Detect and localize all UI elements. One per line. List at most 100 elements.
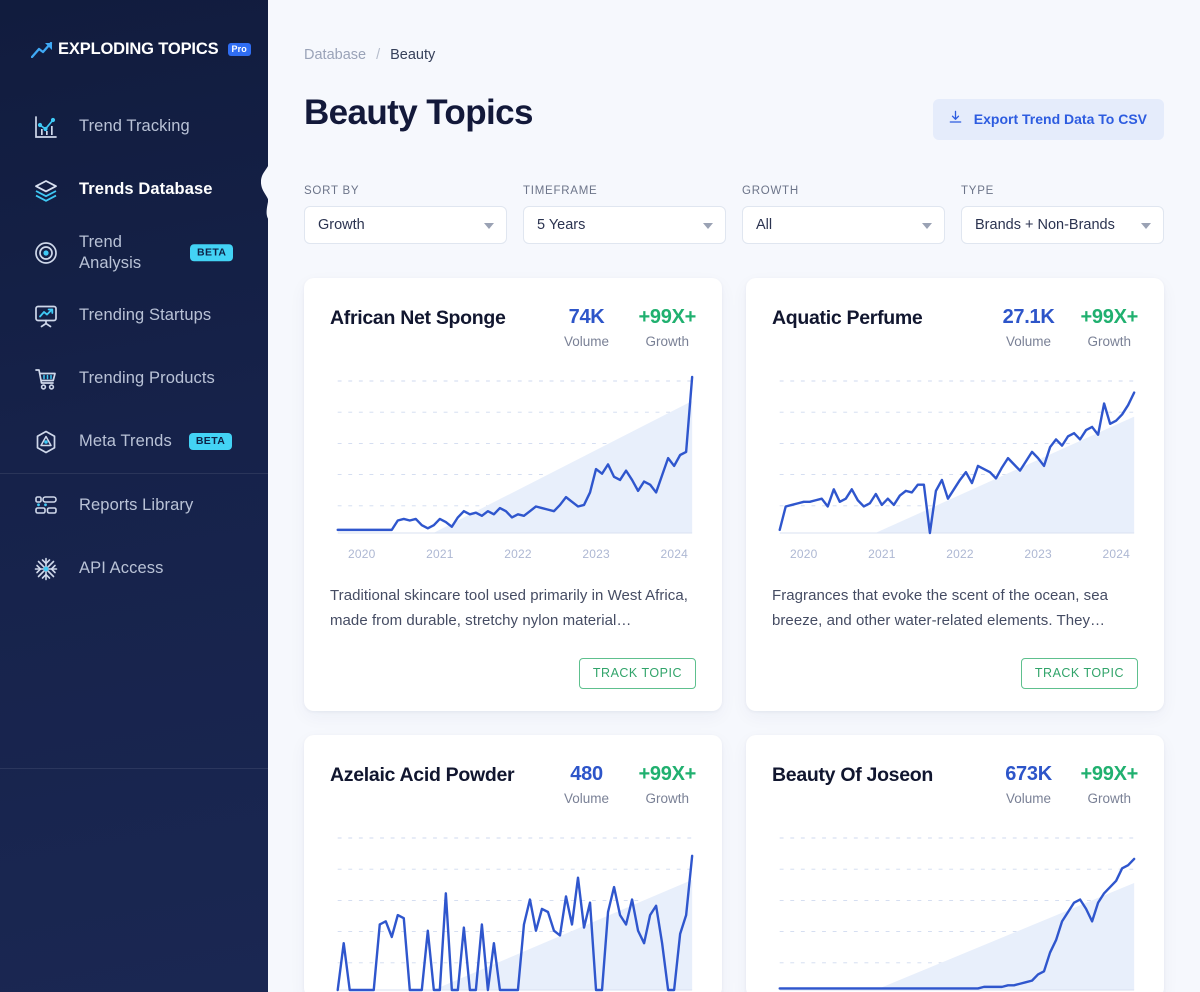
logo-text: EXPLODING TOPICS <box>58 40 219 58</box>
chart-x-tick: 2022 <box>946 547 974 561</box>
download-icon <box>948 110 963 128</box>
sidebar-item-reports-library[interactable]: Reports Library <box>0 474 268 537</box>
breadcrumb: Database / Beauty <box>304 0 1164 63</box>
topic-stats: 74K Volume +99X+ Growth <box>561 304 696 349</box>
trend-arrow-icon <box>30 41 53 58</box>
sidebar-item-trending-startups[interactable]: Trending Startups <box>0 284 268 347</box>
chart-x-tick: 2020 <box>790 547 818 561</box>
trend-tracking-icon <box>30 111 62 143</box>
trend-chart <box>330 828 696 992</box>
pro-badge: Pro <box>227 42 251 57</box>
shopping-cart-icon <box>30 363 62 395</box>
volume-value: 27.1K <box>1002 306 1055 328</box>
growth-stat: +99X+ Growth <box>639 762 697 806</box>
sort-by-value: Growth <box>318 217 365 233</box>
timeframe-value: 5 Years <box>537 217 586 233</box>
trend-chart: 2020 2021 2022 2023 2024 <box>772 371 1138 561</box>
chevron-down-icon <box>1141 223 1151 229</box>
sidebar-item-trends-database[interactable]: Trends Database <box>0 158 270 221</box>
filter-label: GROWTH <box>742 185 799 197</box>
growth-label: Growth <box>1087 791 1132 806</box>
topic-card[interactable]: Beauty Of Joseon 673K Volume +99X+ Growt… <box>746 735 1164 992</box>
type-value: Brands + Non-Brands <box>975 217 1115 233</box>
breadcrumb-database-link[interactable]: Database <box>304 47 366 63</box>
filter-sort-by: SORT BY Growth <box>304 185 507 244</box>
topic-card[interactable]: African Net Sponge 74K Volume +99X+ Grow… <box>304 278 722 711</box>
target-circles-icon <box>30 237 62 269</box>
volume-value: 673K <box>1005 763 1052 785</box>
filter-growth: GROWTH All <box>742 185 945 244</box>
volume-value: 74K <box>568 306 605 328</box>
topic-card[interactable]: Aquatic Perfume 27.1K Volume +99X+ Growt… <box>746 278 1164 711</box>
card-header: Azelaic Acid Powder 480 Volume +99X+ Gro… <box>330 761 696 806</box>
sidebar-item-label: API Access <box>79 559 164 577</box>
sidebar-item-trend-analysis[interactable]: Trend Analysis BETA <box>0 221 268 284</box>
chevron-down-icon <box>484 223 494 229</box>
sidebar-item-label: Meta Trends <box>79 432 172 450</box>
type-select[interactable]: Brands + Non-Brands <box>961 206 1164 244</box>
volume-stat: 74K Volume <box>561 305 613 349</box>
export-csv-label: Export Trend Data To CSV <box>973 111 1147 127</box>
card-header: African Net Sponge 74K Volume +99X+ Grow… <box>330 304 696 349</box>
card-header: Beauty Of Joseon 673K Volume +99X+ Growt… <box>772 761 1138 806</box>
growth-stat: +99X+ Growth <box>639 305 697 349</box>
chevron-down-icon <box>922 223 932 229</box>
growth-label: Growth <box>645 334 690 349</box>
sidebar-item-trending-products[interactable]: Trending Products <box>0 347 268 410</box>
sort-by-select[interactable]: Growth <box>304 206 507 244</box>
sidebar-item-label: Reports Library <box>79 496 194 514</box>
growth-value: +99X+ <box>1080 763 1139 785</box>
app-logo[interactable]: EXPLODING TOPICS Pro <box>0 0 268 59</box>
trend-chart <box>772 828 1138 992</box>
chart-x-tick: 2021 <box>868 547 896 561</box>
topic-title: Beauty Of Joseon <box>772 764 933 786</box>
track-topic-button[interactable]: TRACK TOPIC <box>578 658 696 689</box>
sidebar-item-api-access[interactable]: API Access <box>0 537 268 600</box>
growth-select[interactable]: All <box>742 206 945 244</box>
topic-stats: 673K Volume +99X+ Growth <box>1003 761 1138 806</box>
volume-stat: 27.1K Volume <box>1003 305 1055 349</box>
layers-icon <box>30 174 62 206</box>
chart-x-axis: 2020 2021 2022 2023 2024 <box>772 547 1138 561</box>
chart-x-tick: 2020 <box>348 547 376 561</box>
card-footer: TRACK TOPIC <box>772 658 1138 689</box>
chart-x-axis: 2020 2021 2022 2023 2024 <box>330 547 696 561</box>
growth-value: +99X+ <box>1080 306 1139 328</box>
sidebar-item-label: Trend Tracking <box>79 117 190 135</box>
chart-x-tick: 2024 <box>660 547 688 561</box>
sidebar-item-meta-trends[interactable]: Meta Trends BETA <box>0 410 268 473</box>
beta-badge: BETA <box>190 243 234 262</box>
topic-card[interactable]: Azelaic Acid Powder 480 Volume +99X+ Gro… <box>304 735 722 992</box>
chevron-down-icon <box>703 223 713 229</box>
page-title: Beauty Topics <box>304 93 533 132</box>
growth-label: Growth <box>645 791 690 806</box>
card-header: Aquatic Perfume 27.1K Volume +99X+ Growt… <box>772 304 1138 349</box>
page-header: Beauty Topics Export Trend Data To CSV <box>304 93 1164 140</box>
reports-icon <box>30 490 62 522</box>
topic-stats: 480 Volume +99X+ Growth <box>561 761 696 806</box>
growth-label: Growth <box>1087 334 1132 349</box>
sidebar-item-label: Trends Database <box>79 180 213 198</box>
filter-type: TYPE Brands + Non-Brands <box>961 185 1164 244</box>
volume-label: Volume <box>1006 334 1052 349</box>
topic-title: African Net Sponge <box>330 307 506 329</box>
sidebar: EXPLODING TOPICS Pro Trend Tracking Tren… <box>0 0 270 992</box>
app-root: EXPLODING TOPICS Pro Trend Tracking Tren… <box>0 0 1200 992</box>
topic-card-grid: African Net Sponge 74K Volume +99X+ Grow… <box>304 278 1164 992</box>
volume-label: Volume <box>564 791 610 806</box>
growth-stat: +99X+ Growth <box>1080 762 1139 806</box>
filter-label: TYPE <box>961 185 995 197</box>
volume-value: 480 <box>570 763 603 785</box>
timeframe-select[interactable]: 5 Years <box>523 206 726 244</box>
track-topic-button[interactable]: TRACK TOPIC <box>1020 658 1138 689</box>
export-csv-button[interactable]: Export Trend Data To CSV <box>932 99 1164 140</box>
sidebar-item-trend-tracking[interactable]: Trend Tracking <box>0 95 268 158</box>
topic-stats: 27.1K Volume +99X+ Growth <box>1003 304 1139 349</box>
active-notch <box>243 158 270 221</box>
sidebar-item-label: Trending Startups <box>79 306 212 324</box>
chart-x-tick: 2024 <box>1102 547 1130 561</box>
volume-stat: 673K Volume <box>1003 762 1055 806</box>
filter-label: TIMEFRAME <box>523 185 598 197</box>
chart-x-tick: 2023 <box>582 547 610 561</box>
card-footer: TRACK TOPIC <box>330 658 696 689</box>
